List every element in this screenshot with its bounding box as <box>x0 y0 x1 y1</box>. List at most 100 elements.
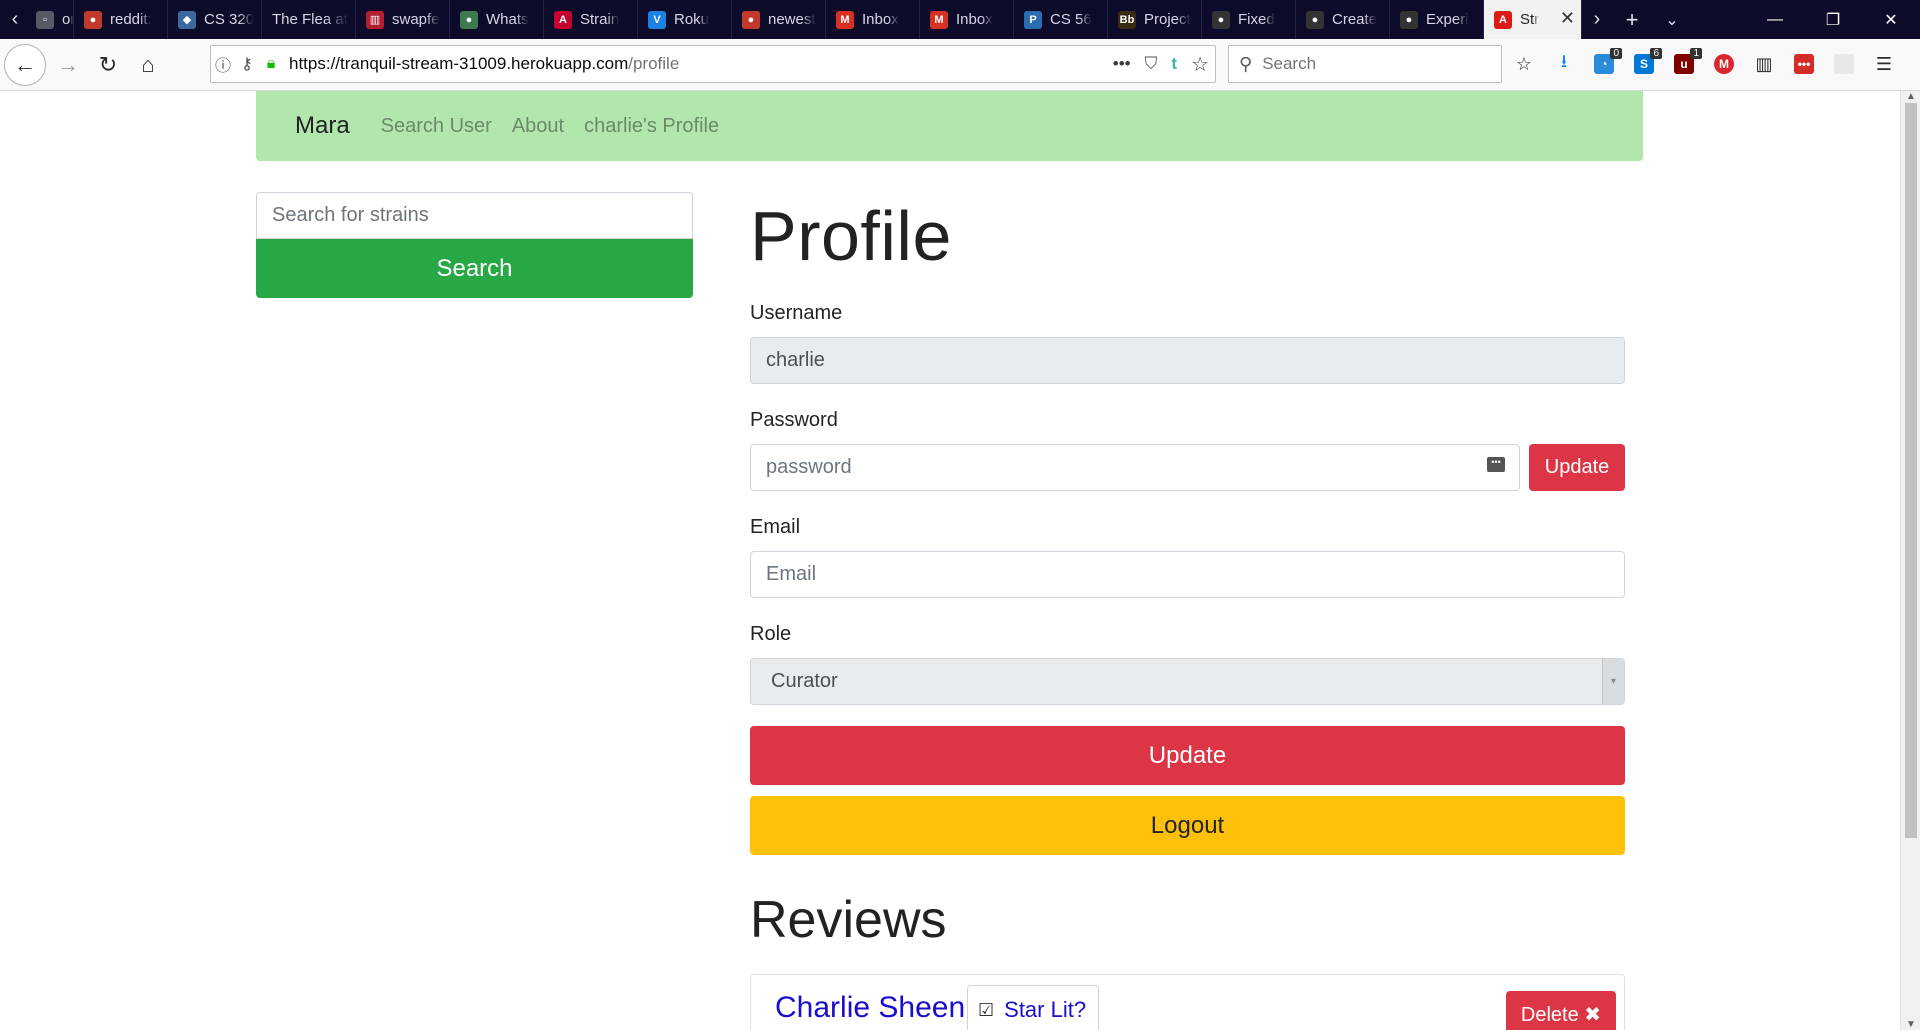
github-icon: ● <box>1212 10 1230 29</box>
lock-icon[interactable]: 🔒︎ <box>259 55 283 73</box>
scroll-up-icon[interactable]: ▲ <box>1901 91 1920 102</box>
page-actions-icon[interactable]: ••• <box>1113 54 1131 74</box>
password-manager-icon[interactable]: ••• <box>1487 457 1505 472</box>
pocket-icon[interactable]: ⛉ <box>1145 54 1158 74</box>
ublock-icon[interactable]: u1 <box>1670 48 1702 78</box>
url-text[interactable]: https://tranquil-stream-31009.herokuapp.… <box>289 54 679 74</box>
tab-title: on <box>62 11 73 28</box>
strain-search-input[interactable]: Search for strains <box>256 192 693 239</box>
nav-about[interactable]: About <box>512 115 564 138</box>
logout-button[interactable]: Logout <box>750 796 1625 855</box>
email-label: Email <box>750 516 801 538</box>
forward-icon[interactable]: → <box>48 45 88 85</box>
extension-icon[interactable] <box>1830 50 1858 78</box>
tab-14[interactable]: ● Create <box>1296 0 1390 39</box>
close-tab-icon[interactable]: ✕ <box>1560 8 1575 29</box>
key-icon[interactable]: ⚷ <box>235 54 259 74</box>
tab-title: Roku <box>674 11 710 28</box>
reload-icon[interactable]: ↻ <box>88 45 128 85</box>
tab-9[interactable]: M Inbox <box>826 0 920 39</box>
username-field[interactable]: charlie <box>750 337 1625 384</box>
tab-13[interactable]: ● Fixed <box>1202 0 1296 39</box>
sidebar-icon[interactable]: ▥ <box>1750 50 1778 78</box>
nav-profile[interactable]: charlie's Profile <box>584 115 719 138</box>
tab-title: CS 56 <box>1050 11 1092 28</box>
mega-icon[interactable]: M <box>1710 50 1738 78</box>
swap-icon: ▥ <box>366 10 384 29</box>
tab-strip: ‹ ▫ on ● reddit: ◆ CS 320 The Flea at ▥ swapfe ● W… <box>0 0 1920 39</box>
tab-active[interactable]: A Str ✕ <box>1484 0 1582 39</box>
checkbox-icon[interactable]: ☑ <box>978 1000 994 1021</box>
notifications-icon[interactable]: ◔ 0 <box>1590 48 1622 78</box>
password-update-button[interactable]: Update <box>1529 444 1625 491</box>
download-icon[interactable]: ⭳ <box>1550 50 1578 78</box>
skype-icon[interactable]: S6 <box>1630 48 1662 78</box>
minimize-icon[interactable]: — <box>1746 0 1804 39</box>
page-scrollbar[interactable]: ▲ ▼ <box>1900 91 1920 1030</box>
page-content: Mara Search User About charlie's Profile… <box>0 91 1900 1030</box>
scroll-down-icon[interactable]: ▼ <box>1901 1019 1920 1030</box>
reading-list-icon[interactable]: ☆ <box>1510 50 1538 78</box>
tab-3[interactable]: The Flea at <box>262 0 356 39</box>
tab-12[interactable]: Bb Project <box>1108 0 1202 39</box>
back-icon[interactable]: ← <box>4 43 46 86</box>
tab-5[interactable]: ● Whats <box>450 0 544 39</box>
bb-icon: Bb <box>1118 10 1136 29</box>
browser-toolbar: ← → ↻ ⌂ ⓘ ⚷ 🔒︎ https://tranquil-stream-3… <box>0 39 1920 91</box>
tab-title: reddit: <box>110 11 152 28</box>
nav-search-user[interactable]: Search User <box>381 115 492 138</box>
star-lit-label: Star Lit? <box>1004 997 1087 1022</box>
review-strain-link[interactable]: Charlie Sheen <box>775 991 965 1025</box>
tab-title: Experi <box>1426 11 1469 28</box>
window-controls: — ❐ ✕ <box>1746 0 1920 39</box>
update-button[interactable]: Update <box>750 726 1625 785</box>
p-icon: P <box>1024 10 1042 29</box>
github-icon: ● <box>1306 10 1324 29</box>
tumblr-icon[interactable]: t <box>1171 54 1177 74</box>
lastpass-icon[interactable]: ••• <box>1790 50 1818 78</box>
role-select[interactable]: Curator ▾ <box>750 658 1625 705</box>
tab-scroll-right-icon[interactable]: › <box>1582 0 1612 39</box>
delete-review-button[interactable]: Delete ✖ <box>1506 991 1616 1030</box>
tab-15[interactable]: ● Experi <box>1390 0 1484 39</box>
new-tab-icon[interactable]: + <box>1612 0 1652 39</box>
tab-0[interactable]: ▫ on <box>30 0 74 39</box>
tab-title: The Flea at <box>272 11 348 28</box>
restore-icon[interactable]: ❐ <box>1804 0 1862 39</box>
tab-6[interactable]: A Strain <box>544 0 638 39</box>
page-icon: ▫ <box>36 10 54 29</box>
tab-11[interactable]: P CS 56 <box>1014 0 1108 39</box>
bookmark-star-icon[interactable]: ☆ <box>1191 52 1209 77</box>
v-icon: V <box>648 10 666 29</box>
tab-title: newest <box>768 11 816 28</box>
tab-10[interactable]: M Inbox <box>920 0 1014 39</box>
tab-scroll-left-icon[interactable]: ‹ <box>0 0 30 39</box>
brand-link[interactable]: Mara <box>295 112 350 140</box>
chevron-down-icon: ▾ <box>1602 659 1624 704</box>
tab-8[interactable]: ● newest <box>732 0 826 39</box>
info-icon[interactable]: ⓘ <box>211 52 235 76</box>
password-label: Password <box>750 409 838 431</box>
skype-badge: 6 <box>1650 48 1662 59</box>
scrollbar-thumb[interactable] <box>1905 103 1917 838</box>
tab-7[interactable]: V Roku <box>638 0 732 39</box>
notifications-badge: 0 <box>1610 48 1622 59</box>
tab-list-dropdown-icon[interactable]: ⌄ <box>1652 0 1692 39</box>
tab-2[interactable]: ◆ CS 320 <box>168 0 262 39</box>
star-lit-toggle[interactable]: ☑ Star Lit? <box>967 985 1099 1030</box>
email-placeholder: Email <box>766 563 817 585</box>
password-field[interactable]: password ••• <box>750 444 1520 491</box>
home-icon[interactable]: ⌂ <box>128 45 168 85</box>
gmail-icon: M <box>930 10 948 29</box>
strain-search-button[interactable]: Search <box>256 239 693 298</box>
url-bar[interactable]: ⓘ ⚷ 🔒︎ https://tranquil-stream-31009.her… <box>210 45 1216 83</box>
search-bar[interactable]: ⚲ Search <box>1228 45 1502 83</box>
tab-4[interactable]: ▥ swapfe <box>356 0 450 39</box>
leaf-icon: ● <box>460 10 478 29</box>
email-field[interactable]: Email <box>750 551 1625 598</box>
tab-title: Create <box>1332 11 1378 28</box>
angular-icon: A <box>554 10 572 29</box>
tab-1[interactable]: ● reddit: <box>74 0 168 39</box>
menu-icon[interactable]: ☰ <box>1870 50 1898 78</box>
close-window-icon[interactable]: ✕ <box>1862 0 1920 39</box>
